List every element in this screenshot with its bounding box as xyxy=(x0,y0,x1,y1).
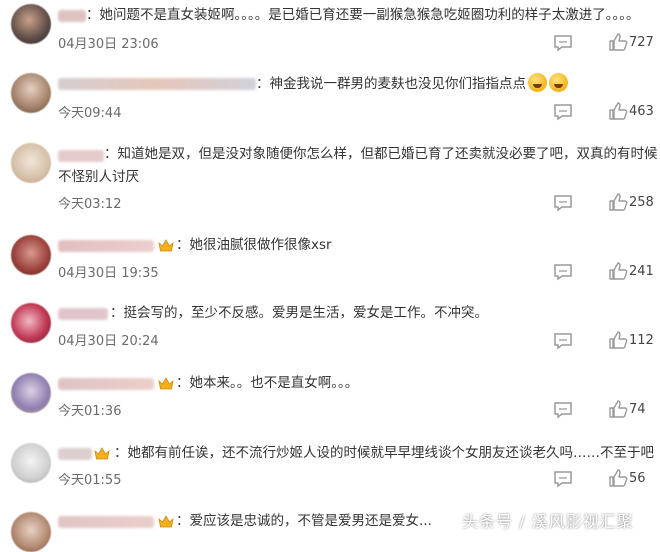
laughing-emoji-icon xyxy=(549,73,568,92)
username-blurred[interactable] xyxy=(58,448,92,460)
avatar[interactable] xyxy=(11,303,51,343)
reply-comment-icon[interactable] xyxy=(552,332,574,350)
thumbs-up-icon[interactable] xyxy=(608,32,628,52)
username-blurred[interactable] xyxy=(58,78,256,90)
avatar[interactable] xyxy=(11,373,51,413)
crown-badge-icon xyxy=(158,377,174,390)
thumbs-up-icon[interactable] xyxy=(608,101,628,121)
like-count: 463 xyxy=(629,104,654,119)
thumbs-up-icon[interactable] xyxy=(608,330,628,350)
like-count: 727 xyxy=(629,35,654,50)
avatar[interactable] xyxy=(11,73,51,113)
crown-badge-icon xyxy=(158,515,174,528)
comment-text: ：她问题不是直女装姬啊。。。。是已婚已育还要一副猴急猴急吃姬圈功利的样子太激进了… xyxy=(86,7,640,23)
like-count: 258 xyxy=(629,195,654,210)
thumbs-up-icon[interactable] xyxy=(608,399,628,419)
username-blurred[interactable] xyxy=(58,10,86,22)
like-count: 241 xyxy=(629,264,654,279)
comment-time: 04月30日 19:35 xyxy=(58,266,159,281)
comment-text: ：知道她是双，但是没对象随便你怎么样，但都已婚已育了还卖就没必要了吧，双真的有时… xyxy=(58,146,658,185)
comment-text: ：挺会写的，至少不反感。爱男是生活，爱女是工作。不冲突。 xyxy=(110,305,488,321)
avatar[interactable] xyxy=(11,443,51,483)
crown-badge-icon xyxy=(158,239,174,252)
comment-text: ：爱应该是忠诚的，不管是爱男还是爱女... xyxy=(176,513,432,529)
comment-time: 04月30日 20:24 xyxy=(58,334,159,349)
reply-comment-icon[interactable] xyxy=(552,263,574,281)
avatar[interactable] xyxy=(11,235,51,275)
username-blurred[interactable] xyxy=(58,308,108,320)
comment-time: 今天01:55 xyxy=(58,473,122,488)
crown-badge-icon xyxy=(94,447,110,460)
reply-comment-icon[interactable] xyxy=(552,401,574,419)
like-count: 74 xyxy=(629,402,646,417)
comment-text: ：她很油腻很做作很像xsr xyxy=(176,237,332,253)
reply-comment-icon[interactable] xyxy=(552,194,574,212)
comment-time: 今天03:12 xyxy=(58,197,122,212)
reply-comment-icon[interactable] xyxy=(552,103,574,121)
comment-text: ：她本来。。也不是直女啊。。。 xyxy=(176,375,359,391)
like-count: 112 xyxy=(629,333,654,348)
comment-time: 04月30日 23:06 xyxy=(58,37,159,52)
comment-text: ：神金我说一群男的麦麸也没见你们指指点点 xyxy=(256,73,568,96)
avatar[interactable] xyxy=(11,512,51,552)
comment-time: 今天09:44 xyxy=(58,106,122,121)
reply-comment-icon[interactable] xyxy=(552,34,574,52)
username-blurred[interactable] xyxy=(58,240,154,252)
avatar[interactable] xyxy=(11,143,51,183)
like-count: 56 xyxy=(629,471,646,486)
thumbs-up-icon[interactable] xyxy=(608,468,628,488)
laughing-emoji-icon xyxy=(528,73,547,92)
thumbs-up-icon[interactable] xyxy=(608,261,628,281)
username-blurred[interactable] xyxy=(58,516,154,528)
comment-text: ：她都有前任诶，还不流行炒姬人设的时候就早早埋线谈个女朋友还谈老久吗……不至于吧 xyxy=(114,445,654,461)
reply-comment-icon[interactable] xyxy=(552,470,574,488)
username-blurred[interactable] xyxy=(58,378,154,390)
watermark: 头条号 / 溪风影视汇聚 xyxy=(462,512,634,531)
avatar[interactable] xyxy=(11,4,51,44)
thumbs-up-icon[interactable] xyxy=(608,192,628,212)
comment-time: 今天01:36 xyxy=(58,404,122,419)
